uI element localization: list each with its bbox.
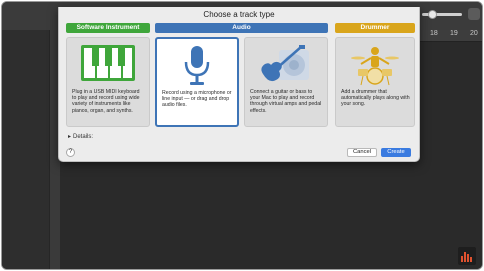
card-description: Connect a guitar or bass to your Mac to … [250,89,322,114]
app-logo [458,247,476,265]
card-description: Plug in a USB MIDI keyboard to play and … [72,89,140,114]
track-type-sheet: Choose a track type Software Instrument … [58,7,420,162]
category-software-instrument: Software Instrument [66,23,150,33]
details-label: Details: [73,134,94,140]
microphone-card[interactable]: Record using a microphone or line input … [155,37,239,127]
drummer-icon [349,44,401,91]
category-drummer: Drummer [335,23,415,33]
card-description: Add a drummer that automatically plays a… [341,89,410,108]
details-disclosure[interactable]: ▸ Details: [68,133,93,140]
guitar-amp-icon [257,44,315,91]
drummer-card[interactable]: Add a drummer that automatically plays a… [335,37,415,127]
volume-slider-knob[interactable] [428,10,437,19]
track-list[interactable] [2,30,50,269]
sheet-title: Choose a track type [203,10,275,19]
library-button[interactable] [468,8,480,20]
card-description: Record using a microphone or line input … [162,90,232,109]
help-button[interactable]: ? [66,148,75,157]
microphone-icon [182,45,212,92]
piano-keyboard-icon [80,44,136,87]
guitar-bass-card[interactable]: Connect a guitar or bass to your Mac to … [244,37,328,127]
ruler-number: 20 [470,30,478,37]
cancel-button[interactable]: Cancel [347,148,377,157]
create-button[interactable]: Create [381,148,411,157]
category-audio: Audio [155,23,328,33]
software-instrument-card[interactable]: Plug in a USB MIDI keyboard to play and … [66,37,150,127]
ruler-number: 18 [430,30,438,37]
ruler-number: 19 [450,30,458,37]
